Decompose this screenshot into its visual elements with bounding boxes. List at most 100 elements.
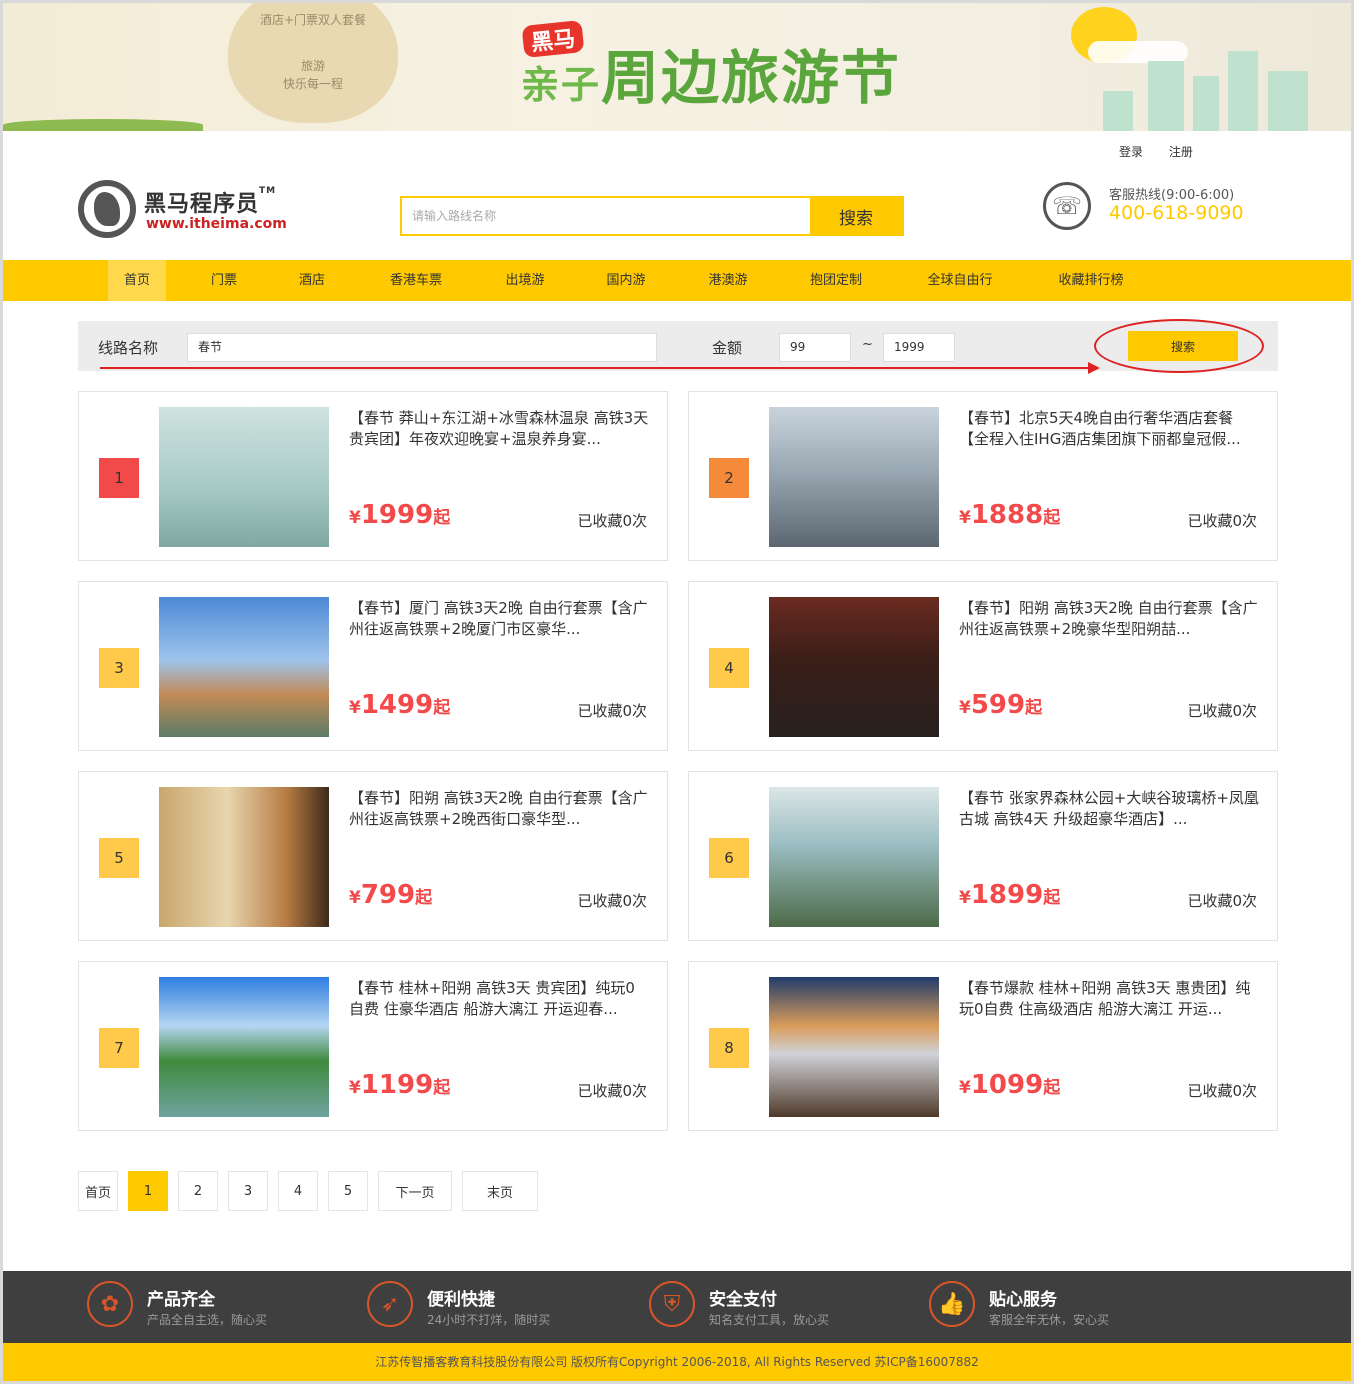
- logo-cn: 黑马程序员: [144, 192, 260, 217]
- rank-badge: 3: [99, 648, 139, 688]
- annotation-ellipse: [1094, 319, 1264, 373]
- banner-title-small: 亲子: [521, 62, 602, 107]
- rank-badge: 8: [709, 1028, 749, 1068]
- pager-page[interactable]: 5: [328, 1171, 368, 1211]
- pager-page[interactable]: 4: [278, 1171, 318, 1211]
- pager-page[interactable]: 1: [128, 1171, 168, 1211]
- nav-item-domestic[interactable]: 国内游: [594, 260, 658, 301]
- route-image[interactable]: [769, 787, 939, 927]
- price-suffix: 起: [433, 698, 451, 718]
- cloud-icon: [1088, 41, 1188, 63]
- price-value: 599: [970, 690, 1026, 720]
- route-card[interactable]: 2 【春节】北京5天4晚自由行奢华酒店套餐【全程入住IHG酒店集团旗下丽都皇冠假.…: [688, 391, 1278, 561]
- banner-bag-text: 酒店+门票双人套餐 旅游 快乐每一程: [253, 11, 373, 93]
- route-image[interactable]: [159, 407, 329, 547]
- nav-item-group-custom[interactable]: 抱团定制: [798, 260, 874, 301]
- route-card[interactable]: 4 【春节】阳朔 高铁3天2晚 自由行套票【含广州往返高铁票+2晚豪华型阳朔喆..…: [688, 581, 1278, 751]
- route-price: ¥599起: [959, 690, 1042, 720]
- feature-title: 便利快捷: [427, 1290, 495, 1310]
- route-price: ¥799起: [349, 880, 432, 910]
- nav-item-hk-bus[interactable]: 香港车票: [378, 260, 454, 301]
- logo-tm: TM: [259, 186, 277, 196]
- route-title[interactable]: 【春节 莽山+东江湖+冰雪森林温泉 高铁3天 贵宾团】年夜欢迎晚宴+温泉养身宴.…: [349, 408, 649, 450]
- route-card[interactable]: 3 【春节】厦门 高铁3天2晚 自由行套票【含广州往返高铁票+2晚厦门市区豪华..…: [78, 581, 668, 751]
- price-suffix: 起: [1025, 698, 1043, 718]
- route-price: ¥1999起: [349, 500, 450, 530]
- nav-item-global-free[interactable]: 全球自由行: [915, 260, 1005, 301]
- feature-desc: 知名支付工具，放心买: [709, 1313, 830, 1327]
- route-title[interactable]: 【春节 张家界森林公园+大峡谷玻璃桥+凤凰古城 高铁4天 升级超豪华酒店】...: [959, 788, 1259, 830]
- favorite-count: 已收藏0次: [1187, 512, 1257, 530]
- route-image[interactable]: [769, 977, 939, 1117]
- rank-badge: 4: [709, 648, 749, 688]
- banner-bag-line: 酒店+门票双人套餐: [259, 13, 367, 27]
- nav-item-favorites-rank[interactable]: 收藏排行榜: [1046, 260, 1136, 301]
- banner-grass: [3, 119, 203, 131]
- route-title[interactable]: 【春节】厦门 高铁3天2晚 自由行套票【含广州往返高铁票+2晚厦门市区豪华...: [349, 598, 649, 640]
- feature-desc: 客服全年无休，安心买: [989, 1313, 1110, 1327]
- route-title[interactable]: 【春节 桂林+阳朔 高铁3天 贵宾团】纯玩0自费 住豪华酒店 船游大漓江 开运迎…: [349, 978, 649, 1020]
- min-price-input[interactable]: 99: [779, 333, 851, 362]
- promo-banner[interactable]: 酒店+门票双人套餐 旅游 快乐每一程 黑马 亲子周边旅游节: [3, 3, 1351, 131]
- price-currency: ¥: [349, 508, 361, 528]
- pager-first[interactable]: 首页: [78, 1171, 118, 1211]
- rocket-icon: ➶: [367, 1281, 413, 1327]
- price-currency: ¥: [959, 698, 971, 718]
- route-title[interactable]: 【春节】北京5天4晚自由行奢华酒店套餐【全程入住IHG酒店集团旗下丽都皇冠假..…: [959, 408, 1259, 450]
- route-title[interactable]: 【春节爆款 桂林+阳朔 高铁3天 惠贵团】纯玩0自费 住高级酒店 船游大漓江 开…: [959, 978, 1259, 1020]
- route-card[interactable]: 6 【春节 张家界森林公园+大峡谷玻璃桥+凤凰古城 高铁4天 升级超豪华酒店】..…: [688, 771, 1278, 941]
- route-name-label: 线路名称: [98, 339, 159, 357]
- footer-features: ✿ 产品齐全 产品全自主选，随心买 ➶ 便利快捷 24小时不打烊，随时买 ⛨ 安…: [3, 1271, 1351, 1343]
- feature-desc: 产品全自主选，随心买: [147, 1313, 268, 1327]
- route-image[interactable]: [769, 597, 939, 737]
- price-suffix: 起: [1043, 1078, 1061, 1098]
- route-name-input[interactable]: 春节: [187, 333, 657, 362]
- nav-item-outbound[interactable]: 出境游: [493, 260, 557, 301]
- nav-item-hotels[interactable]: 酒店: [287, 260, 337, 301]
- banner-bag-line: 旅游: [300, 59, 325, 73]
- route-price: ¥1199起: [349, 1070, 450, 1100]
- route-image[interactable]: [159, 787, 329, 927]
- rank-badge: 6: [709, 838, 749, 878]
- route-image[interactable]: [769, 407, 939, 547]
- nav-item-home[interactable]: 首页: [108, 260, 166, 301]
- site-logo[interactable]: 黑马程序员TM www.itheima.com: [78, 180, 288, 238]
- building-decoration: [1268, 71, 1308, 131]
- annotation-arrow: [100, 362, 1100, 374]
- route-search-input[interactable]: [402, 198, 810, 234]
- route-card[interactable]: 5 【春节】阳朔 高铁3天2晚 自由行套票【含广州往返高铁票+2晚西街口豪华型..…: [78, 771, 668, 941]
- nav-item-hk-macau[interactable]: 港澳游: [696, 260, 760, 301]
- price-suffix: 起: [415, 888, 433, 908]
- route-search-button[interactable]: 搜索: [810, 198, 902, 234]
- register-link[interactable]: 注册: [1169, 145, 1193, 159]
- favorite-count: 已收藏0次: [577, 512, 647, 530]
- max-price-input[interactable]: 1999: [883, 333, 955, 362]
- nav-item-tickets[interactable]: 门票: [199, 260, 249, 301]
- banner-title-main: 周边旅游节: [601, 44, 902, 112]
- price-currency: ¥: [959, 888, 971, 908]
- rank-badge: 7: [99, 1028, 139, 1068]
- rank-badge: 5: [99, 838, 139, 878]
- building-decoration: [1103, 91, 1133, 131]
- price-value: 1199: [360, 1070, 434, 1100]
- horse-logo-icon: [78, 180, 136, 238]
- route-price: ¥1888起: [959, 500, 1060, 530]
- pager-page[interactable]: 2: [178, 1171, 218, 1211]
- route-image[interactable]: [159, 977, 329, 1117]
- price-suffix: 起: [1043, 888, 1061, 908]
- logo-url: www.itheima.com: [146, 216, 287, 232]
- route-image[interactable]: [159, 597, 329, 737]
- route-card[interactable]: 8 【春节爆款 桂林+阳朔 高铁3天 惠贵团】纯玩0自费 住高级酒店 船游大漓江 …: [688, 961, 1278, 1131]
- login-link[interactable]: 登录: [1119, 145, 1143, 159]
- route-title[interactable]: 【春节】阳朔 高铁3天2晚 自由行套票【含广州往返高铁票+2晚西街口豪华型...: [349, 788, 649, 830]
- pager-last[interactable]: 末页: [462, 1171, 538, 1211]
- route-card[interactable]: 1 【春节 莽山+东江湖+冰雪森林温泉 高铁3天 贵宾团】年夜欢迎晚宴+温泉养身宴…: [78, 391, 668, 561]
- price-currency: ¥: [349, 888, 361, 908]
- thumbs-up-icon: 👍: [929, 1281, 975, 1327]
- route-title[interactable]: 【春节】阳朔 高铁3天2晚 自由行套票【含广州往返高铁票+2晚豪华型阳朔喆...: [959, 598, 1259, 640]
- price-currency: ¥: [349, 1078, 361, 1098]
- pager-page[interactable]: 3: [228, 1171, 268, 1211]
- price-value: 1888: [970, 500, 1044, 530]
- route-card[interactable]: 7 【春节 桂林+阳朔 高铁3天 贵宾团】纯玩0自费 住豪华酒店 船游大漓江 开运…: [78, 961, 668, 1131]
- pager-next[interactable]: 下一页: [378, 1171, 452, 1211]
